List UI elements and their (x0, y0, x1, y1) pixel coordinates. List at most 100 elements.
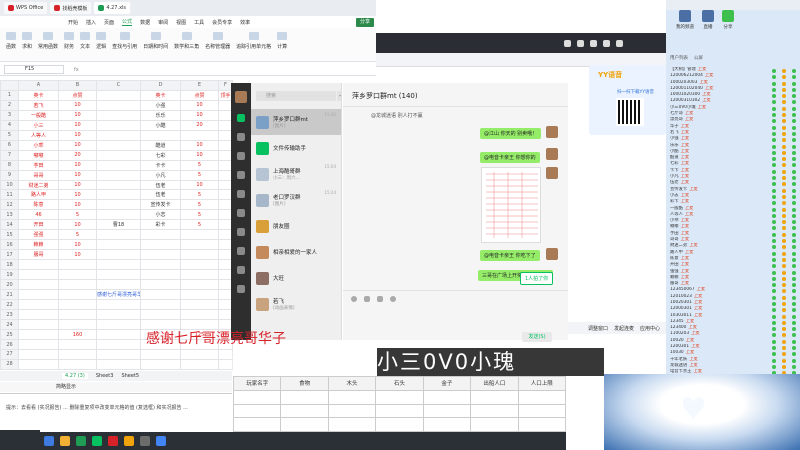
chat-item[interactable]: 若飞 [动画表情] (251, 291, 341, 317)
cell[interactable]: 10 (180, 139, 219, 151)
cell[interactable]: 10 (58, 179, 97, 191)
cell[interactable]: 陈意 (18, 199, 59, 211)
cell[interactable]: 5 (180, 159, 219, 171)
cell[interactable] (96, 319, 141, 331)
ribbon-date[interactable]: 日期和时间 (143, 32, 168, 57)
cell[interactable]: 点赞 (58, 89, 97, 101)
cell[interactable] (180, 229, 219, 241)
home-icon[interactable] (564, 39, 571, 47)
cell[interactable]: 赖赖 (18, 239, 59, 251)
cell[interactable]: 七彩 (140, 149, 181, 161)
cell[interactable]: 5 (58, 209, 97, 221)
cell[interactable]: 10 (58, 109, 97, 121)
cell[interactable] (140, 279, 181, 291)
row-header[interactable]: 14 (0, 219, 19, 231)
cell[interactable]: 5 (180, 169, 219, 181)
cell[interactable]: 160 (58, 329, 97, 341)
cell[interactable] (18, 358, 59, 371)
cell[interactable]: 10 (58, 99, 97, 111)
menu-tools[interactable]: 工具 (194, 19, 204, 26)
cell[interactable] (140, 249, 181, 261)
ribbon-trace[interactable]: 追踪引用单元格 (236, 32, 271, 57)
cell[interactable]: 曹18 (96, 219, 141, 231)
cell[interactable] (58, 319, 97, 331)
cell[interactable]: 英卡 (140, 89, 181, 101)
cell[interactable]: 10 (58, 219, 97, 231)
row-header[interactable]: 19 (0, 269, 19, 281)
chat-item[interactable]: 朋友圈 (251, 213, 341, 239)
menu-review[interactable]: 审阅 (158, 19, 168, 26)
row-header[interactable]: 15 (0, 229, 19, 241)
cell[interactable]: 伍老 (140, 179, 181, 191)
col-header-b[interactable]: B (58, 80, 97, 91)
row-header[interactable]: 16 (0, 239, 19, 251)
tab-user-list[interactable]: 用户列表 (670, 55, 688, 63)
ribbon-lookup[interactable]: 查找与引用 (112, 32, 137, 57)
cell[interactable]: 嘟嘟 (18, 149, 59, 161)
row-header[interactable]: 7 (0, 149, 19, 161)
yy-icon[interactable] (124, 436, 134, 446)
phone-icon[interactable] (237, 266, 245, 274)
menu-view[interactable]: 视图 (176, 19, 186, 26)
cell[interactable] (180, 309, 219, 321)
folder-icon[interactable] (60, 436, 70, 446)
cell[interactable] (96, 149, 141, 161)
cell[interactable]: 彩卡 (140, 219, 181, 231)
cell[interactable] (180, 239, 219, 251)
cell[interactable] (96, 348, 141, 360)
col-header-e[interactable]: E (180, 80, 219, 91)
cell[interactable]: 5 (180, 209, 219, 221)
corner-cell[interactable] (0, 80, 19, 91)
cell[interactable]: 10 (180, 149, 219, 161)
cell[interactable] (180, 259, 219, 271)
row-header[interactable]: 4 (0, 119, 19, 131)
excel-tab-file[interactable]: 4.27.xls (94, 2, 131, 14)
chat-item[interactable]: 文件传输助手 (251, 135, 341, 161)
cell[interactable] (18, 339, 59, 350)
cell[interactable] (96, 259, 141, 271)
row-header[interactable]: 28 (0, 358, 19, 371)
cell[interactable] (58, 259, 97, 271)
cell[interactable]: 伍老 (140, 189, 181, 201)
row-header[interactable]: 5 (0, 129, 19, 141)
wechat-icon[interactable] (92, 436, 102, 446)
row-header[interactable]: 25 (0, 329, 19, 341)
cell[interactable]: 10 (58, 189, 97, 201)
cell[interactable] (180, 348, 219, 360)
col-header-c[interactable]: C (96, 80, 141, 91)
cell[interactable] (58, 269, 97, 281)
gamepad-icon[interactable] (577, 39, 584, 47)
ribbon-sum[interactable]: 求和 (22, 32, 32, 57)
cell[interactable] (96, 159, 141, 171)
row-header[interactable]: 27 (0, 348, 19, 360)
video-icon[interactable] (590, 39, 597, 47)
cell[interactable] (18, 309, 59, 321)
menu-efficiency[interactable]: 效率 (240, 19, 250, 26)
col-header-a[interactable]: A (18, 80, 59, 91)
cell[interactable] (140, 358, 181, 371)
file-icon[interactable] (364, 296, 370, 302)
search-input[interactable]: 搜索 + (256, 91, 341, 101)
ribbon-math[interactable]: 数学和三角 (174, 32, 199, 57)
emoji-icon[interactable] (351, 296, 357, 302)
cell[interactable] (96, 249, 141, 261)
cell[interactable] (96, 309, 141, 321)
cell[interactable] (140, 309, 181, 321)
cell[interactable] (96, 329, 141, 341)
cell[interactable] (140, 259, 181, 271)
yy-tool-app[interactable]: 我的频道 (676, 10, 694, 44)
cell[interactable]: 5 (180, 199, 219, 211)
cell[interactable]: 点赞 (180, 89, 219, 101)
ribbon-logic[interactable]: 逻辑 (96, 32, 106, 57)
cell[interactable]: 若飞 (18, 99, 59, 111)
chat-icon[interactable] (237, 114, 245, 122)
row-header[interactable]: 26 (0, 339, 19, 350)
folder-icon[interactable] (237, 171, 245, 179)
cell[interactable] (180, 299, 219, 311)
cell[interactable] (96, 99, 141, 111)
cell[interactable] (18, 299, 59, 311)
cell[interactable]: 10 (180, 109, 219, 121)
cell[interactable]: 小酷 (140, 119, 181, 131)
cell[interactable] (96, 358, 141, 371)
excel-tab-wps[interactable]: WPS Office (4, 2, 48, 14)
